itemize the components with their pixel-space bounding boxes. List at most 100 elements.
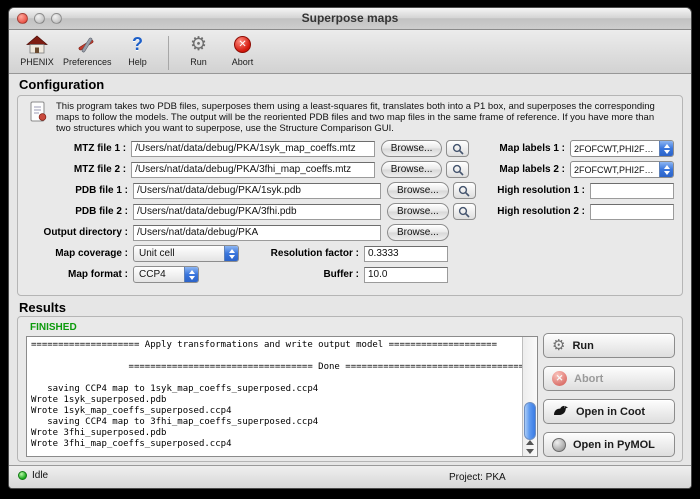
map-format-popup[interactable]: CCP4 [133, 266, 199, 283]
title-bar[interactable]: Superpose maps [9, 8, 691, 30]
superpose-maps-window: Superpose maps PHENIX Preferences [8, 7, 692, 489]
help-icon: ? [132, 33, 143, 56]
idle-status-icon [18, 471, 27, 480]
pdb-file-1-input[interactable] [133, 183, 381, 199]
map-labels-2-label: Map labels 2 : [469, 164, 565, 175]
form-row-pdb-file-2: PDB file 2 : Browse... High resolution 2… [26, 201, 674, 222]
program-description: This program takes two PDB files, superp… [56, 101, 666, 134]
output-directory-label: Output directory : [26, 227, 128, 238]
mtz-file-1-label: MTZ file 1 : [26, 143, 126, 154]
magnifier-icon [452, 164, 464, 176]
pymol-icon [552, 438, 566, 452]
pdb-file-2-input[interactable] [133, 204, 381, 220]
scrollbar-thumb[interactable] [524, 402, 536, 440]
pdb-file-2-inspect-button[interactable] [453, 203, 476, 220]
map-labels-1-label: Map labels 1 : [469, 143, 565, 154]
combo-arrows-icon [659, 162, 673, 177]
output-directory-browse-button[interactable]: Browse... [387, 224, 449, 241]
form-row-mtz-file-1: MTZ file 1 : Browse... Map labels 1 : 2F… [26, 138, 674, 159]
run-gear-icon: ⚙ [552, 338, 565, 353]
run-gear-icon: ⚙ [190, 33, 207, 56]
open-in-pymol-label: Open in PyMOL [573, 439, 655, 451]
toolbar-preferences-button[interactable]: Preferences [63, 33, 112, 67]
magnifier-icon [452, 143, 464, 155]
map-format-label: Map format : [26, 269, 128, 280]
toolbar-run-label: Run [190, 57, 207, 67]
toolbar-phenix-button[interactable]: PHENIX [19, 33, 55, 67]
map-labels-1-combo[interactable]: 2FOFCWT,PHI2FOF... [570, 140, 674, 157]
open-in-coot-label: Open in Coot [576, 406, 645, 418]
run-button[interactable]: ⚙ Run [543, 333, 675, 358]
toolbar-abort-button[interactable]: ✕ Abort [225, 33, 261, 67]
console-vertical-scrollbar[interactable] [522, 337, 537, 456]
toolbar-abort-label: Abort [232, 57, 254, 67]
abort-icon: ✕ [552, 371, 567, 386]
toolbar-help-button[interactable]: ? Help [120, 33, 156, 67]
configuration-title: Configuration [19, 77, 104, 92]
pdb-file-2-browse-button[interactable]: Browse... [387, 203, 449, 220]
configuration-groupbox: This program takes two PDB files, superp… [17, 95, 683, 296]
toolbar-help-label: Help [128, 57, 147, 67]
results-groupbox: FINISHED ==================== Apply tran… [17, 316, 683, 462]
pdb-file-1-browse-button[interactable]: Browse... [387, 182, 449, 199]
open-in-pymol-button[interactable]: Open in PyMOL [543, 432, 675, 457]
form-row-map-coverage: Map coverage : Unit cell Resolution fact… [26, 243, 674, 264]
status-finished-label: FINISHED [30, 322, 77, 333]
mtz-file-1-browse-button[interactable]: Browse... [381, 140, 443, 157]
description-row: This program takes two PDB files, superp… [18, 96, 682, 136]
preferences-icon [76, 33, 98, 56]
magnifier-icon [458, 185, 470, 197]
combo-arrows-icon [659, 141, 673, 156]
toolbar-separator [168, 36, 169, 70]
high-resolution-1-input[interactable] [590, 183, 674, 199]
buffer-input[interactable] [364, 267, 448, 283]
form-row-map-format: Map format : CCP4 Buffer : [26, 264, 674, 285]
zoom-button[interactable] [51, 13, 62, 24]
popup-arrows-icon [184, 267, 198, 282]
abort-icon: ✕ [234, 33, 251, 56]
output-directory-input[interactable] [133, 225, 381, 241]
open-in-coot-button[interactable]: Open in Coot [543, 399, 675, 424]
toolbar-run-button[interactable]: ⚙ Run [181, 33, 217, 67]
pdb-file-1-inspect-button[interactable] [453, 182, 476, 199]
map-coverage-label: Map coverage : [26, 248, 128, 259]
run-button-label: Run [572, 340, 593, 352]
scroll-down-icon[interactable] [526, 449, 534, 454]
program-info-icon [28, 101, 48, 128]
pdb-file-2-label: PDB file 2 : [26, 206, 128, 217]
high-resolution-1-label: High resolution 1 : [489, 185, 585, 196]
abort-button: ✕ Abort [543, 366, 675, 391]
map-labels-1-value: 2FOFCWT,PHI2FOF... [571, 144, 659, 154]
phenix-home-icon [26, 33, 48, 56]
form-row-output-directory: Output directory : Browse... [26, 222, 674, 243]
buffer-label: Buffer : [263, 269, 359, 280]
results-buttons: ⚙ Run ✕ Abort Open in Coot Open in PyMOL [543, 333, 675, 457]
mtz-file-1-input[interactable] [131, 141, 375, 157]
abort-button-label: Abort [574, 373, 603, 385]
pdb-file-1-label: PDB file 1 : [26, 185, 128, 196]
coot-bird-icon [552, 404, 569, 420]
mtz-file-1-inspect-button[interactable] [446, 140, 469, 157]
resolution-factor-input[interactable] [364, 246, 448, 262]
project-label: Project: PKA [449, 472, 506, 483]
window-title: Superpose maps [9, 8, 691, 29]
status-text: Idle [32, 470, 48, 481]
form-row-mtz-file-2: MTZ file 2 : Browse... Map labels 2 : 2F… [26, 159, 674, 180]
mtz-file-2-inspect-button[interactable] [446, 161, 469, 178]
form-row-pdb-file-1: PDB file 1 : Browse... High resolution 1… [26, 180, 674, 201]
high-resolution-2-label: High resolution 2 : [489, 206, 585, 217]
magnifier-icon [458, 206, 470, 218]
map-labels-2-combo[interactable]: 2FOFCWT,PHI2FOF... [570, 161, 674, 178]
log-console[interactable]: ==================== Apply transformatio… [26, 336, 538, 457]
mtz-file-2-browse-button[interactable]: Browse... [381, 161, 443, 178]
close-button[interactable] [17, 13, 28, 24]
results-title: Results [19, 300, 66, 315]
map-coverage-popup[interactable]: Unit cell [133, 245, 239, 262]
minimize-button[interactable] [34, 13, 45, 24]
scroll-up-icon[interactable] [526, 440, 534, 445]
status-bar: Idle Project: PKA [9, 465, 691, 488]
resolution-factor-label: Resolution factor : [263, 248, 359, 259]
high-resolution-2-input[interactable] [590, 204, 674, 220]
mtz-file-2-input[interactable] [131, 162, 375, 178]
toolbar-preferences-label: Preferences [63, 57, 112, 67]
